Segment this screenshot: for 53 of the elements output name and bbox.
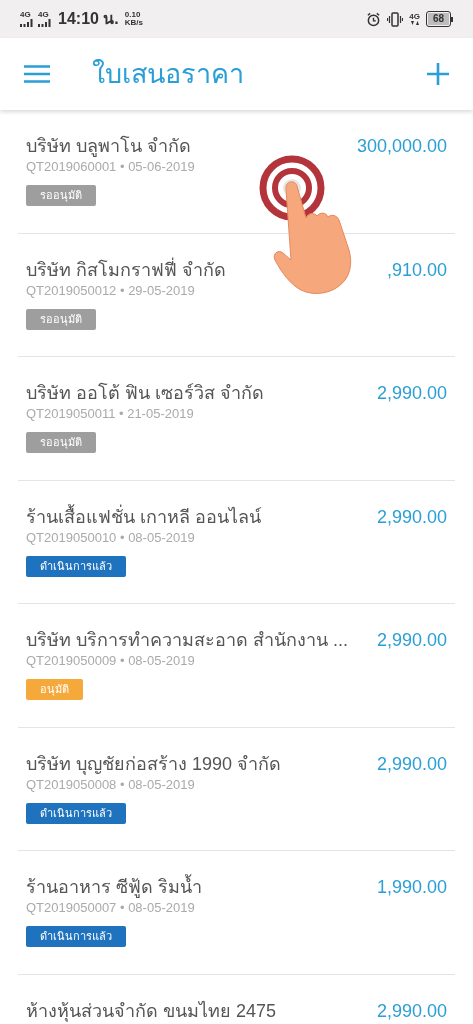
network-label: 4G (38, 11, 49, 19)
clock: 14:10 น. (58, 9, 119, 29)
quote-item[interactable]: ห้างหุ้นส่วนจำกัด ขนมไทย 2475 2,990.00 (18, 974, 455, 1024)
quote-amount: 300,000.00 (356, 135, 447, 158)
quote-amount: 2,990.00 (376, 505, 447, 529)
quote-number-date: QT2019050010 • 08-05-2019 (26, 528, 196, 547)
status-tag: รออนุมัติ (26, 432, 96, 453)
status-tag: ดำเนินการแล้ว (26, 926, 126, 947)
signal-icon (38, 19, 52, 27)
quote-number-date: QT2019060001 • 05-06-2019 (26, 158, 196, 176)
menu-icon (24, 65, 50, 83)
quote-amount: 1,990.00 (376, 876, 447, 899)
quote-number-date: QT2019050011 • 21-05-2019 (26, 405, 195, 423)
network-label: 4G (409, 12, 420, 21)
add-button[interactable] (427, 63, 449, 85)
company-name: บริษัท บุญชัยก่อสร้าง 1990 จำกัด (26, 752, 282, 776)
quote-number-date: QT2019050007 • 08-05-2019 (26, 899, 196, 917)
speed-unit: KB/s (124, 19, 144, 27)
company-name: บริษัท กิสโมกราฟฟี่ จำกัด (26, 257, 226, 282)
vibrate-icon (387, 11, 404, 27)
quote-number-date: QT2019050009 • 08-05-2019 (26, 652, 196, 670)
battery-icon: 68 (425, 11, 453, 27)
data-arrows-icon (410, 20, 419, 26)
company-name: ร้านเสื้อแฟชั่น เกาหลี ออนไลน์ (26, 504, 261, 529)
quote-item[interactable]: ร้านเสื้อแฟชั่น เกาหลี ออนไลน์ 2,990.00 QT2019050010 • 08-05-2019 ดำเนินการแล้ว (18, 480, 455, 604)
quote-amount: 2,990.00 (376, 999, 447, 1023)
add-icon (427, 63, 449, 85)
quote-number-date: QT2019050008 • 08-05-2019 (26, 775, 196, 794)
company-name: ร้านอาหาร ซีฟู้ด ริมน้ำ (26, 875, 202, 899)
quote-amount: 2,990.00 (376, 752, 447, 776)
company-name: ห้างหุ้นส่วนจำกัด ขนมไทย 2475 (26, 999, 277, 1023)
signal-icon (20, 19, 34, 27)
alarm-icon (366, 11, 382, 27)
company-name: บริษัท ออโต้ ฟิน เซอร์วิส จำกัด (26, 381, 264, 405)
speed-value: 0.10 (124, 11, 142, 19)
quote-number-date: QT2019050012 • 29-05-2019 (26, 281, 196, 300)
status-tag: รออนุมัติ (26, 185, 96, 206)
quote-amount: 2,990.00 (376, 382, 447, 405)
quote-item[interactable]: บริษัท ออโต้ ฟิน เซอร์วิส จำกัด 2,990.00 QT2019050011 • 21-05-2019 รออนุมัติ (18, 357, 455, 481)
status-tag: ดำเนินการแล้ว (26, 555, 126, 577)
quote-item[interactable]: บริษัท บุญชัยก่อสร้าง 1990 จำกัด 2,990.00 QT2019050008 • 08-05-2019 ดำเนินการแล้ว (18, 727, 455, 851)
company-name: บริษัท บลูพาโน จำกัด (26, 134, 191, 158)
status-tag: ดำเนินการแล้ว (26, 802, 126, 824)
status-tag: รออนุมัติ (26, 308, 96, 330)
network-label: 4G (20, 11, 31, 19)
status-tag: อนุมัติ (26, 679, 83, 700)
quote-item[interactable]: บริษัท บริการทำความสะอาด สำนักงาน ... 2,990.00 QT2019050009 • 08-05-2019 อนุมัติ (18, 604, 455, 728)
menu-button[interactable] (24, 64, 50, 84)
company-name: บริษัท บริการทำความสะอาด สำนักงาน ... (26, 629, 348, 652)
quote-amount: 2,990.00 (376, 629, 447, 652)
quote-amount: ,910.00 (386, 258, 447, 282)
quote-item[interactable]: ร้านอาหาร ซีฟู้ด ริมน้ำ 1,990.00 QT2019050007 • 08-05-2019 ดำเนินการแล้ว (18, 851, 455, 975)
page-title: ใบเสนอราคา (92, 57, 245, 91)
